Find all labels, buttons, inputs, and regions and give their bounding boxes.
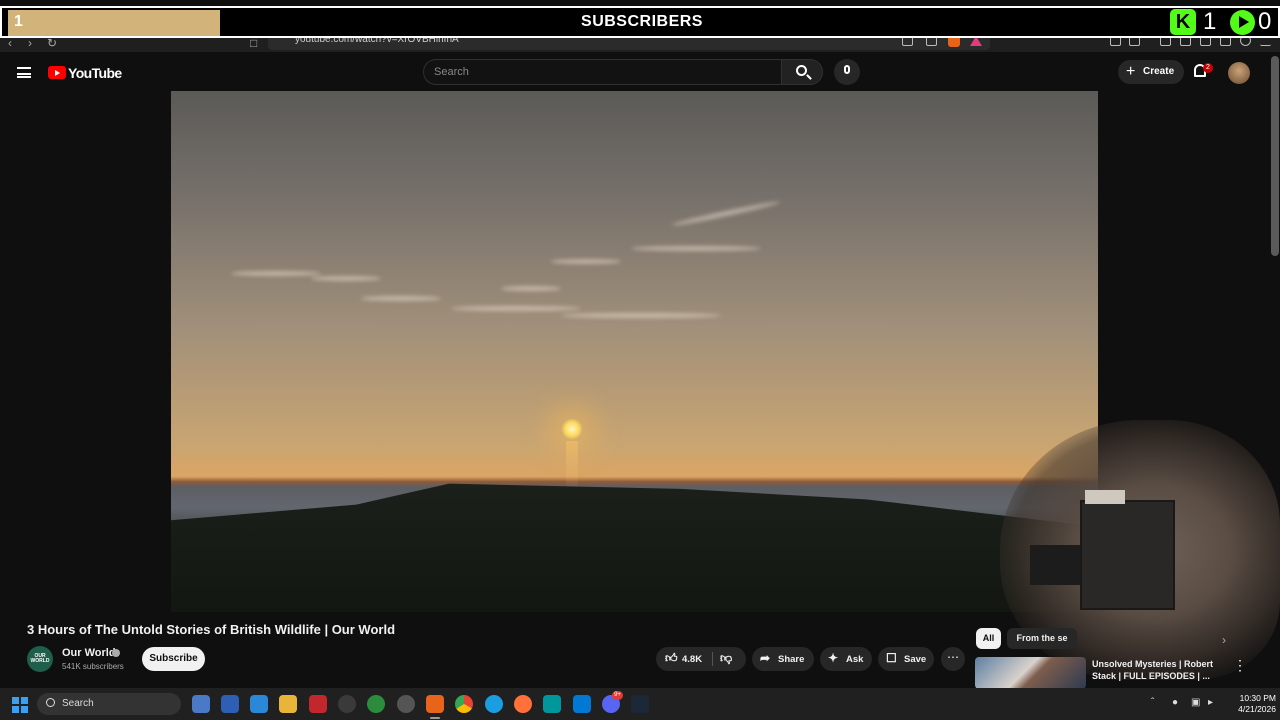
play-icon	[1230, 10, 1255, 35]
network-icon[interactable]: ▣	[1191, 697, 1200, 708]
chrome-icon[interactable]	[455, 695, 473, 713]
video-title: 3 Hours of The Untold Stories of British…	[27, 622, 396, 637]
save-button[interactable]: ☐ Save	[878, 647, 934, 671]
windows-taskbar: Search 9+ ˆ ● ▣ ▸ 10:30 PM 4/21/2026	[0, 688, 1280, 720]
taskbar-search-label: Search	[62, 698, 94, 709]
search-icon	[796, 65, 807, 76]
setting-sun	[561, 418, 583, 440]
discord-badge: 9+	[612, 691, 623, 700]
subscriber-count: 541K subscribers	[62, 662, 124, 671]
share-arrow-icon: ➦	[760, 651, 771, 665]
recommendation-title[interactable]: Unsolved Mysteries | Robert Stack | FULL…	[1092, 658, 1222, 682]
create-button[interactable]: + Create	[1118, 60, 1184, 84]
reload-icon[interactable]: ↻	[47, 36, 57, 50]
cloud	[501, 286, 561, 291]
file-explorer-icon[interactable]	[279, 695, 297, 713]
clock-time: 10:30 PM	[1239, 693, 1276, 703]
taskbar-search[interactable]: Search	[37, 693, 181, 715]
clock-date: 4/21/2026	[1238, 704, 1276, 714]
bookmark-icon[interactable]: □	[250, 36, 257, 50]
forward-icon[interactable]: ›	[28, 36, 32, 50]
share-label: Share	[778, 654, 805, 665]
brave-browser-icon[interactable]	[426, 695, 444, 713]
kick-icon: K	[1170, 9, 1196, 35]
save-label: Save	[904, 654, 927, 665]
more-actions-icon[interactable]: ⋯	[941, 647, 965, 671]
steam-icon[interactable]	[631, 695, 649, 713]
volume-icon[interactable]: ▸	[1208, 697, 1213, 708]
microphone-icon	[844, 65, 850, 74]
monitor	[1030, 545, 1080, 585]
cloud	[561, 313, 721, 318]
play-count: 0	[1258, 8, 1272, 35]
cloud	[361, 296, 441, 301]
clock-app-icon[interactable]	[338, 695, 356, 713]
youtube-logo-icon[interactable]	[48, 66, 66, 79]
bookmark-icon: ☐	[886, 651, 897, 665]
chip-from-the-series[interactable]: From the se	[1007, 628, 1077, 649]
cloud	[671, 199, 781, 228]
cloud	[451, 306, 581, 311]
verified-icon	[112, 649, 120, 657]
youtube-header: YouTube Search + Create 2	[0, 52, 1280, 92]
like-count[interactable]: 4.8K	[682, 654, 702, 665]
search-input[interactable]: Search	[423, 59, 781, 85]
plus-icon: +	[1126, 63, 1136, 80]
notification-badge: 2	[1203, 63, 1213, 73]
create-label: Create	[1143, 66, 1175, 77]
voice-meeter-icon[interactable]	[309, 695, 327, 713]
ask-label: Ask	[846, 654, 864, 665]
search-button[interactable]	[781, 59, 823, 85]
kick-count: 1	[1203, 8, 1217, 35]
search-icon	[46, 698, 55, 707]
coastline	[171, 483, 1098, 612]
thumbs-down-icon[interactable]: 👎︎	[720, 651, 732, 666]
cloud	[551, 259, 621, 264]
channel-avatar[interactable]: OUR WORLD	[27, 646, 53, 672]
edge-icon[interactable]	[485, 695, 503, 713]
hamburger-menu-icon[interactable]	[17, 67, 31, 78]
cloud	[311, 276, 381, 281]
obs-icon[interactable]	[397, 695, 415, 713]
firefox-icon[interactable]	[514, 695, 532, 713]
sun-reflection	[566, 441, 578, 491]
app-icon[interactable]	[367, 695, 385, 713]
video-player[interactable]	[171, 91, 1098, 612]
arduino-icon[interactable]	[543, 695, 561, 713]
microphone-tray-icon[interactable]: ●	[1172, 697, 1178, 708]
active-app-indicator	[430, 717, 440, 719]
windows-start-icon[interactable]	[12, 697, 28, 713]
youtube-logo-text[interactable]: YouTube	[68, 65, 122, 81]
vscode-icon[interactable]	[573, 695, 591, 713]
subscribe-button[interactable]: Subscribe	[142, 647, 205, 671]
like-dislike-group: 👍︎ 4.8K 👎︎	[656, 647, 746, 671]
cloud	[631, 246, 761, 251]
share-button[interactable]: ➦ Share	[752, 647, 814, 671]
box	[1085, 490, 1125, 504]
chevron-up-icon[interactable]: ˆ	[1151, 697, 1154, 708]
task-view-icon[interactable]	[192, 695, 210, 713]
chip-all[interactable]: All	[976, 628, 1001, 649]
sparkle-icon: ✦	[828, 651, 839, 665]
chevron-right-icon[interactable]: ›	[1222, 633, 1226, 647]
back-icon[interactable]: ‹	[8, 36, 12, 50]
cloud	[231, 271, 321, 276]
divider	[712, 652, 713, 666]
voice-search-button[interactable]	[834, 59, 860, 85]
thumbs-up-icon[interactable]: 👍︎	[665, 651, 678, 666]
app-icon[interactable]	[250, 695, 268, 713]
search-placeholder: Search	[434, 66, 469, 78]
bookshelf	[1080, 500, 1175, 610]
subscriber-goal-overlay: 1 SUBSCRIBERS K 1 0	[0, 6, 1280, 38]
ask-button[interactable]: ✦ Ask	[820, 647, 872, 671]
channel-name[interactable]: Our World	[62, 647, 116, 659]
taskbar-clock[interactable]: 10:30 PM 4/21/2026	[1226, 693, 1276, 715]
account-avatar[interactable]	[1228, 62, 1250, 84]
goal-title: SUBSCRIBERS	[581, 13, 703, 30]
outlook-icon[interactable]	[221, 695, 239, 713]
recommendation-thumbnail[interactable]	[975, 657, 1086, 689]
page-scrollbar[interactable]	[1271, 56, 1279, 256]
recommendation-menu-icon[interactable]: ⋮	[1233, 657, 1247, 674]
